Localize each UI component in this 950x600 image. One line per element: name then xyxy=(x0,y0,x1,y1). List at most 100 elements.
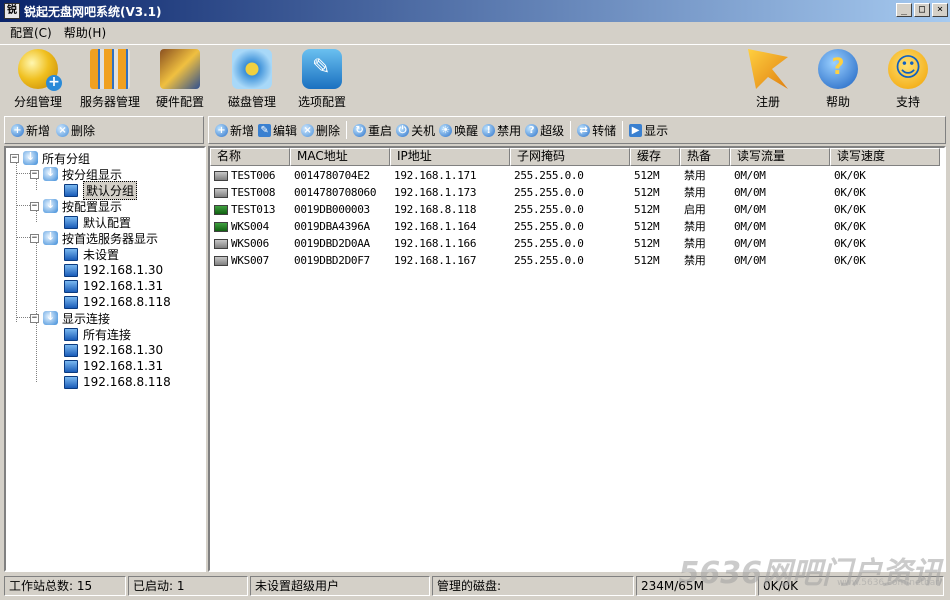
tree-by-config[interactable]: − 按配置显示 xyxy=(30,198,122,214)
collapse-icon[interactable]: − xyxy=(30,313,39,323)
super-icon: ? xyxy=(525,123,539,137)
disk-manage-button[interactable]: 磁盘管理 xyxy=(216,49,288,110)
cell-mask: 255.255.0.0 xyxy=(514,254,584,267)
hardware-config-button[interactable]: 硬件配置 xyxy=(144,49,216,110)
monitor-icon xyxy=(214,221,228,232)
tree-all-connections[interactable]: 所有连接 xyxy=(64,326,131,342)
cell-speed: 0K/0K xyxy=(834,237,866,250)
table-row[interactable]: TEST013 0019DB000003 192.168.8.118 255.255.… xyxy=(210,201,944,218)
tree-conn-ip-label: 192.168.1.31 xyxy=(83,359,164,373)
register-icon xyxy=(748,49,788,89)
folder-icon xyxy=(43,166,58,181)
group-manage-button[interactable]: 分组管理 xyxy=(2,49,74,110)
tree-server-ip[interactable]: 192.168.8.118 xyxy=(64,294,171,310)
group-manage-label: 分组管理 xyxy=(13,95,62,109)
tree-connections[interactable]: − 显示连接 xyxy=(30,310,110,326)
cell-mask: 255.255.0.0 xyxy=(514,169,584,182)
column-header-traffic[interactable]: 读写流量 xyxy=(730,148,830,166)
cell-mac: 0019DBD2D0F7 xyxy=(294,254,370,267)
column-header-mask[interactable]: 子网掩码 xyxy=(510,148,630,166)
cell-traffic: 0M/0M xyxy=(734,237,766,250)
tree-unset[interactable]: 未设置 xyxy=(64,246,119,262)
app-icon[interactable]: 锐 xyxy=(4,3,20,19)
collapse-icon[interactable]: − xyxy=(30,169,39,179)
tree-default-group[interactable]: 默认分组 xyxy=(64,180,138,200)
wake-button[interactable]: ☀ 唤醒 xyxy=(439,122,478,139)
close-button[interactable]: × xyxy=(932,3,948,17)
tree-line xyxy=(36,242,37,318)
folder-icon xyxy=(43,198,58,213)
disable-button[interactable]: ! 禁用 xyxy=(482,122,521,139)
list-add-button[interactable]: + 新增 xyxy=(215,122,254,139)
cell-name: TEST013 xyxy=(210,201,290,218)
cell-mask: 255.255.0.0 xyxy=(514,203,584,216)
support-button[interactable]: 支持 xyxy=(872,49,944,110)
tree-server-ip[interactable]: 192.168.1.30 xyxy=(64,262,163,278)
tree-root[interactable]: − 所有分组 xyxy=(10,150,90,166)
tree-server-ip[interactable]: 192.168.1.31 xyxy=(64,278,163,294)
table-row[interactable]: WKS004 0019DBA4396A 192.168.1.164 255.255.0… xyxy=(210,218,944,235)
list-delete-label: 删除 xyxy=(316,123,341,138)
workstation-name: TEST013 xyxy=(231,203,276,216)
tree-server-ip-label: 192.168.1.31 xyxy=(83,279,164,293)
help-label: 帮助 xyxy=(825,95,850,109)
cell-mac: 0014780708060 xyxy=(294,186,377,199)
column-header-standby[interactable]: 热备 xyxy=(680,148,730,166)
column-header-mac[interactable]: MAC地址 xyxy=(290,148,390,166)
collapse-icon[interactable]: − xyxy=(30,201,39,211)
shutdown-icon: ⏻ xyxy=(396,123,410,137)
computer-icon xyxy=(64,279,78,293)
column-header-speed[interactable]: 读写速度 xyxy=(830,148,940,166)
tree-conn-ip[interactable]: 192.168.1.30 xyxy=(64,342,163,358)
tree-by-server-label: 按首选服务器显示 xyxy=(62,231,159,246)
list-delete-button[interactable]: × 删除 xyxy=(301,122,340,139)
watermark-url: www.5636.com/netbar/ xyxy=(837,578,942,588)
transfer-icon: ⇄ xyxy=(577,123,591,137)
column-header-name[interactable]: 名称 xyxy=(210,148,290,166)
tree-conn-ip-label: 192.168.8.118 xyxy=(83,375,171,389)
column-header-cache[interactable]: 缓存 xyxy=(630,148,680,166)
restart-icon: ↻ xyxy=(353,123,367,137)
tree-add-button[interactable]: + 新增 xyxy=(11,122,50,139)
collapse-icon[interactable]: − xyxy=(30,233,39,243)
tree-by-config-label: 按配置显示 xyxy=(62,199,123,214)
transfer-button[interactable]: ⇄ 转储 xyxy=(577,122,616,139)
collapse-icon[interactable]: − xyxy=(10,153,19,163)
column-header-ip[interactable]: IP地址 xyxy=(390,148,510,166)
tree-conn-ip[interactable]: 192.168.8.118 xyxy=(64,374,171,390)
shutdown-button[interactable]: ⏻ 关机 xyxy=(396,122,435,139)
server-manage-button[interactable]: 服务器管理 xyxy=(74,49,146,110)
show-button[interactable]: ▶ 显示 xyxy=(629,122,668,139)
register-button[interactable]: 注册 xyxy=(732,49,804,110)
table-row[interactable]: WKS006 0019DBD2D0AA 192.168.1.166 255.255.0… xyxy=(210,235,944,252)
options-config-button[interactable]: 选项配置 xyxy=(286,49,358,110)
maximize-button[interactable]: □ xyxy=(914,3,930,17)
tree-conn-ip[interactable]: 192.168.1.31 xyxy=(64,358,163,374)
workstation-table[interactable]: 名称 MAC地址 IP地址 子网掩码 缓存 热备 读写流量 读写速度 TEST0… xyxy=(208,146,946,572)
tree-all-connections-label: 所有连接 xyxy=(83,327,132,342)
tree-line xyxy=(16,162,17,322)
cell-traffic: 0M/0M xyxy=(734,203,766,216)
tree-by-server[interactable]: − 按首选服务器显示 xyxy=(30,230,158,246)
list-edit-button[interactable]: ✎ 编辑 xyxy=(258,122,297,139)
restart-button[interactable]: ↻ 重启 xyxy=(353,122,392,139)
menu-help[interactable]: 帮助(H) xyxy=(58,24,112,41)
table-row[interactable]: TEST006 0014780704E2 192.168.1.171 255.255.… xyxy=(210,167,944,184)
tree-default-config[interactable]: 默认配置 xyxy=(64,214,131,230)
super-button[interactable]: ? 超级 xyxy=(525,122,564,139)
table-row[interactable]: TEST008 0014780708060 192.168.1.173 255.255… xyxy=(210,184,944,201)
cell-speed: 0K/0K xyxy=(834,203,866,216)
minimize-button[interactable]: _ xyxy=(896,3,912,17)
menu-config[interactable]: 配置(C) xyxy=(4,24,58,41)
tree-delete-button[interactable]: × 删除 xyxy=(56,122,95,139)
group-tree[interactable]: − 所有分组 − 按分组显示 默认分组 − 按配置显示 默认配置 − 按首选服务… xyxy=(4,146,206,572)
options-config-label: 选项配置 xyxy=(297,95,346,109)
cell-mac: 0019DB000003 xyxy=(294,203,370,216)
help-button[interactable]: 帮助 xyxy=(802,49,874,110)
cell-ip: 192.168.1.166 xyxy=(394,237,477,250)
monitor-icon xyxy=(214,170,228,181)
cell-cache: 512M xyxy=(634,237,660,250)
main-toolbar: 分组管理 服务器管理 硬件配置 磁盘管理 选项配置 注册 帮助 支持 xyxy=(0,44,950,114)
window-title: 锐起无盘网吧系统(V3.1) xyxy=(24,4,162,19)
table-row[interactable]: WKS007 0019DBD2D0F7 192.168.1.167 255.255.0… xyxy=(210,252,944,269)
